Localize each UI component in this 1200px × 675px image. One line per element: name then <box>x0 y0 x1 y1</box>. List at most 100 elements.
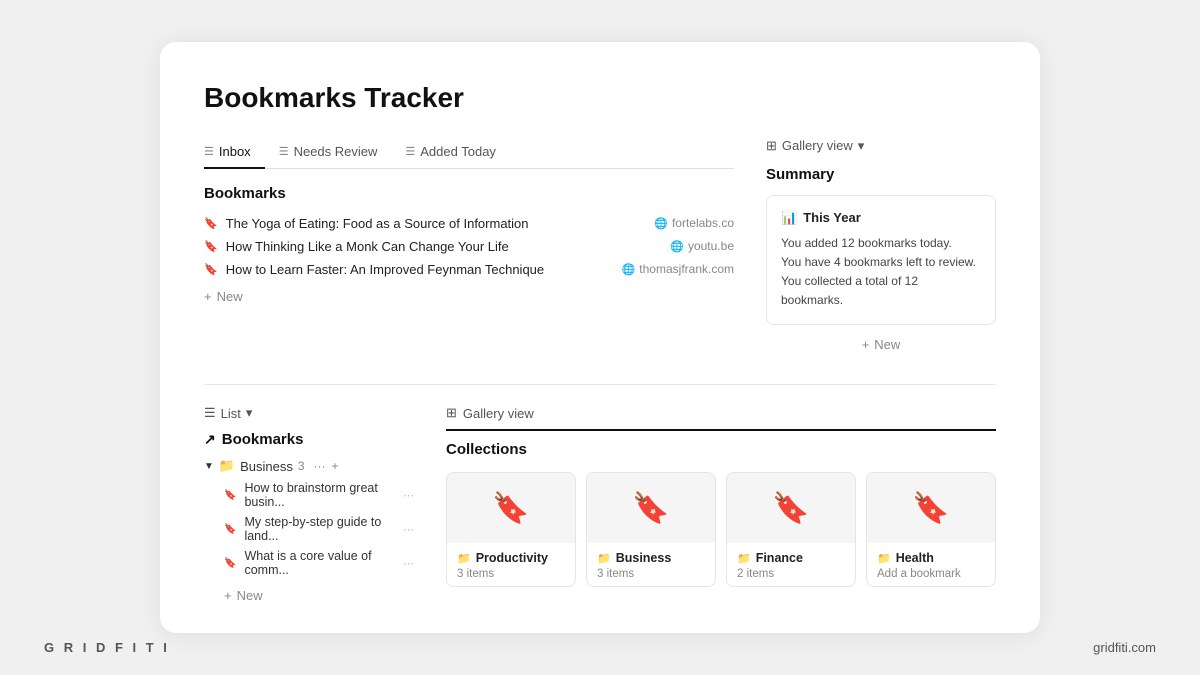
summary-add-label: New <box>874 337 900 352</box>
main-card: Bookmarks Tracker ☰ Inbox ☰ Needs Review… <box>160 42 1040 634</box>
collection-name-finance: 📁 Finance <box>737 551 845 565</box>
gallery-view-bottom-label: Gallery view <box>463 406 534 421</box>
section-divider <box>204 384 996 385</box>
tab-inbox[interactable]: ☰ Inbox <box>204 138 265 169</box>
summary-title: Summary <box>766 166 996 183</box>
tabs-bar: ☰ Inbox ☰ Needs Review ☰ Added Today <box>204 138 734 169</box>
collection-thumb-health: 🔖 <box>867 473 995 543</box>
folder-triangle-icon: ▼ <box>204 461 214 472</box>
list-icon: ☰ <box>204 405 216 421</box>
inbox-icon: ☰ <box>204 145 214 158</box>
sub-bookmark-icon-1: 🔖 <box>224 490 236 501</box>
sub-bookmark-icon-3: 🔖 <box>224 558 236 569</box>
collection-count-business: 3 items <box>597 568 705 580</box>
gallery-view-bottom-header[interactable]: ⊞ Gallery view <box>446 405 996 431</box>
sub-bookmark-icon-2: 🔖 <box>224 524 236 535</box>
page-title: Bookmarks Tracker <box>204 82 996 114</box>
add-new-summary[interactable]: + New <box>766 337 996 352</box>
bookmark-item-2: 🔖 How Thinking Like a Monk Can Change Yo… <box>204 235 734 258</box>
folder-icon-fin: 📁 <box>737 552 751 565</box>
folder-add-icon[interactable]: + <box>332 459 339 473</box>
collection-card-health[interactable]: 🔖 📁 Health Add a bookmark <box>866 472 996 587</box>
globe-icon-2: 🌐 <box>670 240 684 253</box>
collection-card-productivity[interactable]: 🔖 📁 Productivity 3 items <box>446 472 576 587</box>
bookmark-url-3: 🌐 thomasjfrank.com <box>622 262 734 276</box>
bookmark-item-3: 🔖 How to Learn Faster: An Improved Feynm… <box>204 258 734 281</box>
collections-title: Collections <box>446 441 996 458</box>
arrow-up-right-icon: ↗ <box>204 431 216 448</box>
footer-url: gridfiti.com <box>1093 640 1156 655</box>
bookmark-url-text-1: fortelabs.co <box>672 216 734 230</box>
needs-review-icon: ☰ <box>279 145 289 158</box>
plus-icon-3: + <box>224 588 232 603</box>
list-view-header[interactable]: ☰ List ▾ <box>204 405 414 421</box>
collection-count-finance: 2 items <box>737 568 845 580</box>
gallery-icon-bottom: ⊞ <box>446 405 457 421</box>
sub-item-1: 🔖 How to brainstorm great busin... ⋯ <box>204 478 414 512</box>
gallery-icon-top: ⊞ <box>766 138 777 154</box>
chevron-down-icon: ▾ <box>858 138 865 154</box>
bottom-right-panel: ⊞ Gallery view Collections 🔖 📁 Productiv… <box>446 405 996 603</box>
gallery-view-header-top[interactable]: ⊞ Gallery view ▾ <box>766 138 996 154</box>
sub-item-dots-2: ⋯ <box>403 523 414 536</box>
sub-item-dots-1: ⋯ <box>403 489 414 502</box>
plus-icon-2: + <box>862 337 870 352</box>
bookmark-url-text-2: youtu.be <box>688 239 734 253</box>
add-new-bottom[interactable]: + New <box>204 588 414 603</box>
add-new-label: New <box>217 289 243 304</box>
tab-added-today-label: Added Today <box>420 144 496 159</box>
top-section: ☰ Inbox ☰ Needs Review ☰ Added Today Boo… <box>204 138 996 353</box>
collection-count-health: Add a bookmark <box>877 568 985 580</box>
bookmark-big-icon-2: 🔖 <box>632 491 669 526</box>
collection-thumb-finance: 🔖 <box>727 473 855 543</box>
footer-brand: G R I D F I T I <box>44 640 170 655</box>
bookmark-text-2: How Thinking Like a Monk Can Change Your… <box>226 239 509 254</box>
collection-count-productivity: 3 items <box>457 568 565 580</box>
summary-this-year: This Year <box>803 210 861 225</box>
summary-card: 📊 This Year You added 12 bookmarks today… <box>766 195 996 326</box>
sub-item-text-2: My step-by-step guide to land... <box>244 515 395 543</box>
added-today-icon: ☰ <box>405 145 415 158</box>
right-panel: ⊞ Gallery view ▾ Summary 📊 This Year You… <box>766 138 996 353</box>
tab-added-today[interactable]: ☰ Added Today <box>391 138 510 169</box>
collection-name-business: 📁 Business <box>597 551 705 565</box>
gallery-view-label-top: Gallery view <box>782 138 853 153</box>
bookmark-text-3: How to Learn Faster: An Improved Feynman… <box>226 262 544 277</box>
tab-needs-review[interactable]: ☰ Needs Review <box>265 138 392 169</box>
sub-item-2: 🔖 My step-by-step guide to land... ⋯ <box>204 512 414 546</box>
folder-icon: 📁 <box>219 458 235 474</box>
collection-name-productivity: 📁 Productivity <box>457 551 565 565</box>
footer: G R I D F I T I gridfiti.com <box>0 640 1200 655</box>
bookmark-url-2: 🌐 youtu.be <box>670 239 734 253</box>
add-new-bookmark[interactable]: + New <box>204 289 734 304</box>
tab-inbox-label: Inbox <box>219 144 251 159</box>
globe-icon-1: 🌐 <box>654 217 668 230</box>
folder-icon-prod: 📁 <box>457 552 471 565</box>
plus-icon-1: + <box>204 289 212 304</box>
sub-item-text-3: What is a core value of comm... <box>244 549 395 577</box>
folder-more-icon[interactable]: ··· <box>314 459 326 473</box>
sub-item-text-1: How to brainstorm great busin... <box>244 481 395 509</box>
bookmark-url-text-3: thomasjfrank.com <box>639 262 734 276</box>
collection-thumb-business: 🔖 <box>587 473 715 543</box>
bookmark-icon-3: 🔖 <box>204 263 218 276</box>
bookmark-item-1: 🔖 The Yoga of Eating: Food as a Source o… <box>204 212 734 235</box>
collections-grid: 🔖 📁 Productivity 3 items 🔖 <box>446 472 996 587</box>
collection-card-business[interactable]: 🔖 📁 Business 3 items <box>586 472 716 587</box>
summary-line-3: You collected a total of 12 bookmarks. <box>781 272 981 310</box>
sub-item-3: 🔖 What is a core value of comm... ⋯ <box>204 546 414 580</box>
left-panel: ☰ Inbox ☰ Needs Review ☰ Added Today Boo… <box>204 138 734 353</box>
bookmark-text-1: The Yoga of Eating: Food as a Source of … <box>226 216 529 231</box>
list-chevron-icon: ▾ <box>246 405 253 421</box>
tab-needs-review-label: Needs Review <box>294 144 378 159</box>
sub-item-dots-3: ⋯ <box>403 557 414 570</box>
collection-thumb-productivity: 🔖 <box>447 473 575 543</box>
bookmark-big-icon-3: 🔖 <box>772 491 809 526</box>
bookmark-icon-2: 🔖 <box>204 240 218 253</box>
bookmark-big-icon-4: 🔖 <box>912 491 949 526</box>
bottom-left-panel: ☰ List ▾ ↗ Bookmarks ▼ 📁 Business 3 ··· … <box>204 405 414 603</box>
folder-count: 3 <box>298 459 305 473</box>
collection-name-health: 📁 Health <box>877 551 985 565</box>
bottom-section: ☰ List ▾ ↗ Bookmarks ▼ 📁 Business 3 ··· … <box>204 405 996 603</box>
collection-card-finance[interactable]: 🔖 📁 Finance 2 items <box>726 472 856 587</box>
